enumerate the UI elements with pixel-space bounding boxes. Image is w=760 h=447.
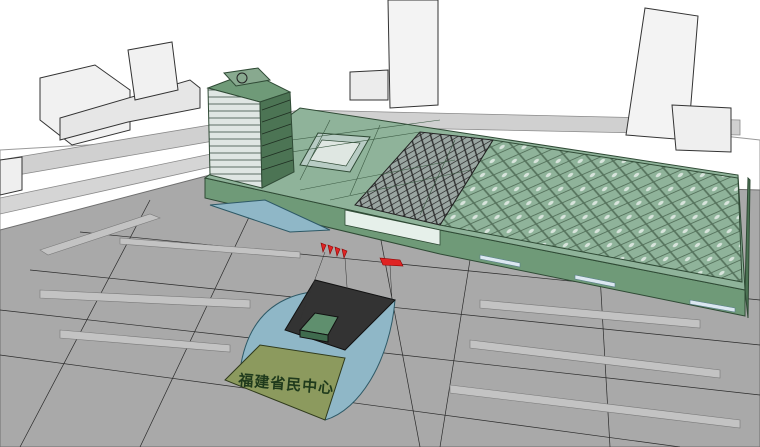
3d-model-canvas[interactable]: 福建省民中心 [0,0,760,447]
sketchup-viewport[interactable]: 福建省民中心 [0,0,760,447]
